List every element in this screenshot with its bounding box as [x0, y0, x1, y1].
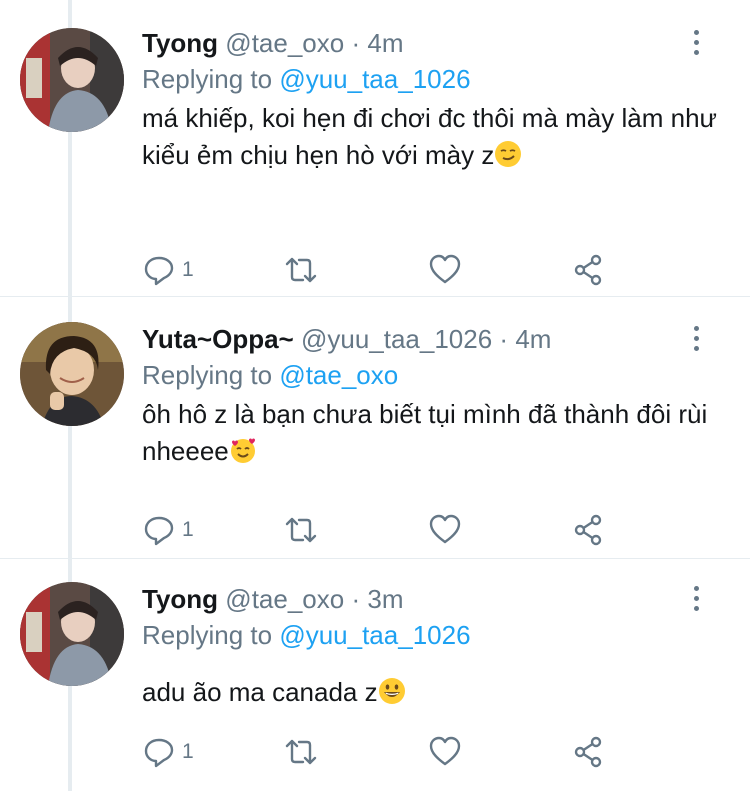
- more-icon[interactable]: [684, 326, 708, 356]
- tweet-actions: 1: [142, 512, 612, 548]
- like-icon: [429, 254, 461, 284]
- tweet-actions: 1: [142, 252, 612, 288]
- like-button[interactable]: [428, 252, 462, 288]
- like-button[interactable]: [428, 734, 462, 770]
- tweet-text-content: adu ão ma canada z: [142, 677, 378, 707]
- tweet-header: Yuta~Oppa~ @yuu_taa_1026 · 4m: [142, 322, 551, 356]
- replying-prefix: Replying to: [142, 64, 273, 94]
- smirking-face-icon: [495, 141, 522, 167]
- display-name[interactable]: Tyong: [142, 584, 218, 614]
- replying-to: Replying to @yuu_taa_1026: [142, 62, 471, 96]
- reply-icon: [144, 256, 174, 286]
- tweet[interactable]: Yuta~Oppa~ @yuu_taa_1026 · 4m Replying t…: [0, 322, 750, 554]
- separator: ·: [351, 584, 361, 614]
- divider: [0, 558, 750, 559]
- display-name[interactable]: Yuta~Oppa~: [142, 324, 294, 354]
- more-icon[interactable]: [684, 30, 708, 60]
- mention-link[interactable]: @yuu_taa_1026: [279, 64, 470, 94]
- timestamp[interactable]: 3m: [367, 584, 403, 614]
- tweet[interactable]: Tyong @tae_oxo · 4m Replying to @yuu_taa…: [0, 26, 750, 296]
- share-icon: [574, 736, 602, 768]
- share-button[interactable]: [572, 512, 606, 548]
- tweet-actions: 1: [142, 734, 612, 770]
- tweet-text-content: ôh hô z là bạn chưa biết tụi mình đã thà…: [142, 399, 708, 466]
- retweet-button[interactable]: [284, 734, 318, 770]
- reply-icon: [144, 516, 174, 546]
- separator: ·: [499, 324, 509, 354]
- handle[interactable]: @tae_oxo: [225, 28, 344, 58]
- share-button[interactable]: [572, 734, 606, 770]
- replying-prefix: Replying to: [142, 360, 273, 390]
- retweet-button[interactable]: [284, 512, 318, 548]
- avatar[interactable]: [20, 582, 124, 686]
- mention-link[interactable]: @yuu_taa_1026: [279, 620, 470, 650]
- like-button[interactable]: [428, 512, 462, 548]
- timestamp[interactable]: 4m: [367, 28, 403, 58]
- tweet-header: Tyong @tae_oxo · 3m: [142, 582, 403, 616]
- share-icon: [574, 254, 602, 286]
- share-icon: [574, 514, 602, 546]
- tweet-text-content: má khiếp, koi hẹn đi chơi đc thôi mà mày…: [142, 103, 717, 170]
- retweet-icon: [285, 739, 317, 765]
- handle[interactable]: @tae_oxo: [225, 584, 344, 614]
- tweet-text: adu ão ma canada z: [142, 674, 722, 711]
- grinning-face-icon: [378, 678, 405, 704]
- tweet[interactable]: Tyong @tae_oxo · 3m Replying to @yuu_taa…: [0, 582, 750, 791]
- handle[interactable]: @yuu_taa_1026: [301, 324, 492, 354]
- reply-icon: [144, 738, 174, 768]
- avatar[interactable]: [20, 322, 124, 426]
- divider: [0, 296, 750, 297]
- mention-link[interactable]: @tae_oxo: [279, 360, 398, 390]
- tweet-text: má khiếp, koi hẹn đi chơi đc thôi mà mày…: [142, 100, 722, 174]
- timestamp[interactable]: 4m: [515, 324, 551, 354]
- reply-button[interactable]: 1: [142, 252, 194, 288]
- share-button[interactable]: [572, 252, 606, 288]
- more-icon[interactable]: [684, 586, 708, 616]
- reply-count: 1: [182, 258, 194, 281]
- reply-button[interactable]: 1: [142, 512, 194, 548]
- display-name[interactable]: Tyong: [142, 28, 218, 58]
- separator: ·: [351, 28, 361, 58]
- retweet-icon: [285, 257, 317, 283]
- tweet-text: ôh hô z là bạn chưa biết tụi mình đã thà…: [142, 396, 722, 470]
- replying-to: Replying to @tae_oxo: [142, 358, 398, 392]
- reply-count: 1: [182, 740, 194, 763]
- tweet-header: Tyong @tae_oxo · 4m: [142, 26, 403, 60]
- replying-to: Replying to @yuu_taa_1026: [142, 618, 471, 652]
- like-icon: [429, 736, 461, 766]
- reply-count: 1: [182, 518, 194, 541]
- like-icon: [429, 514, 461, 544]
- avatar[interactable]: [20, 28, 124, 132]
- retweet-icon: [285, 517, 317, 543]
- retweet-button[interactable]: [284, 252, 318, 288]
- replying-prefix: Replying to: [142, 620, 273, 650]
- smiling-face-with-hearts-icon: [230, 438, 255, 463]
- reply-button[interactable]: 1: [142, 734, 194, 770]
